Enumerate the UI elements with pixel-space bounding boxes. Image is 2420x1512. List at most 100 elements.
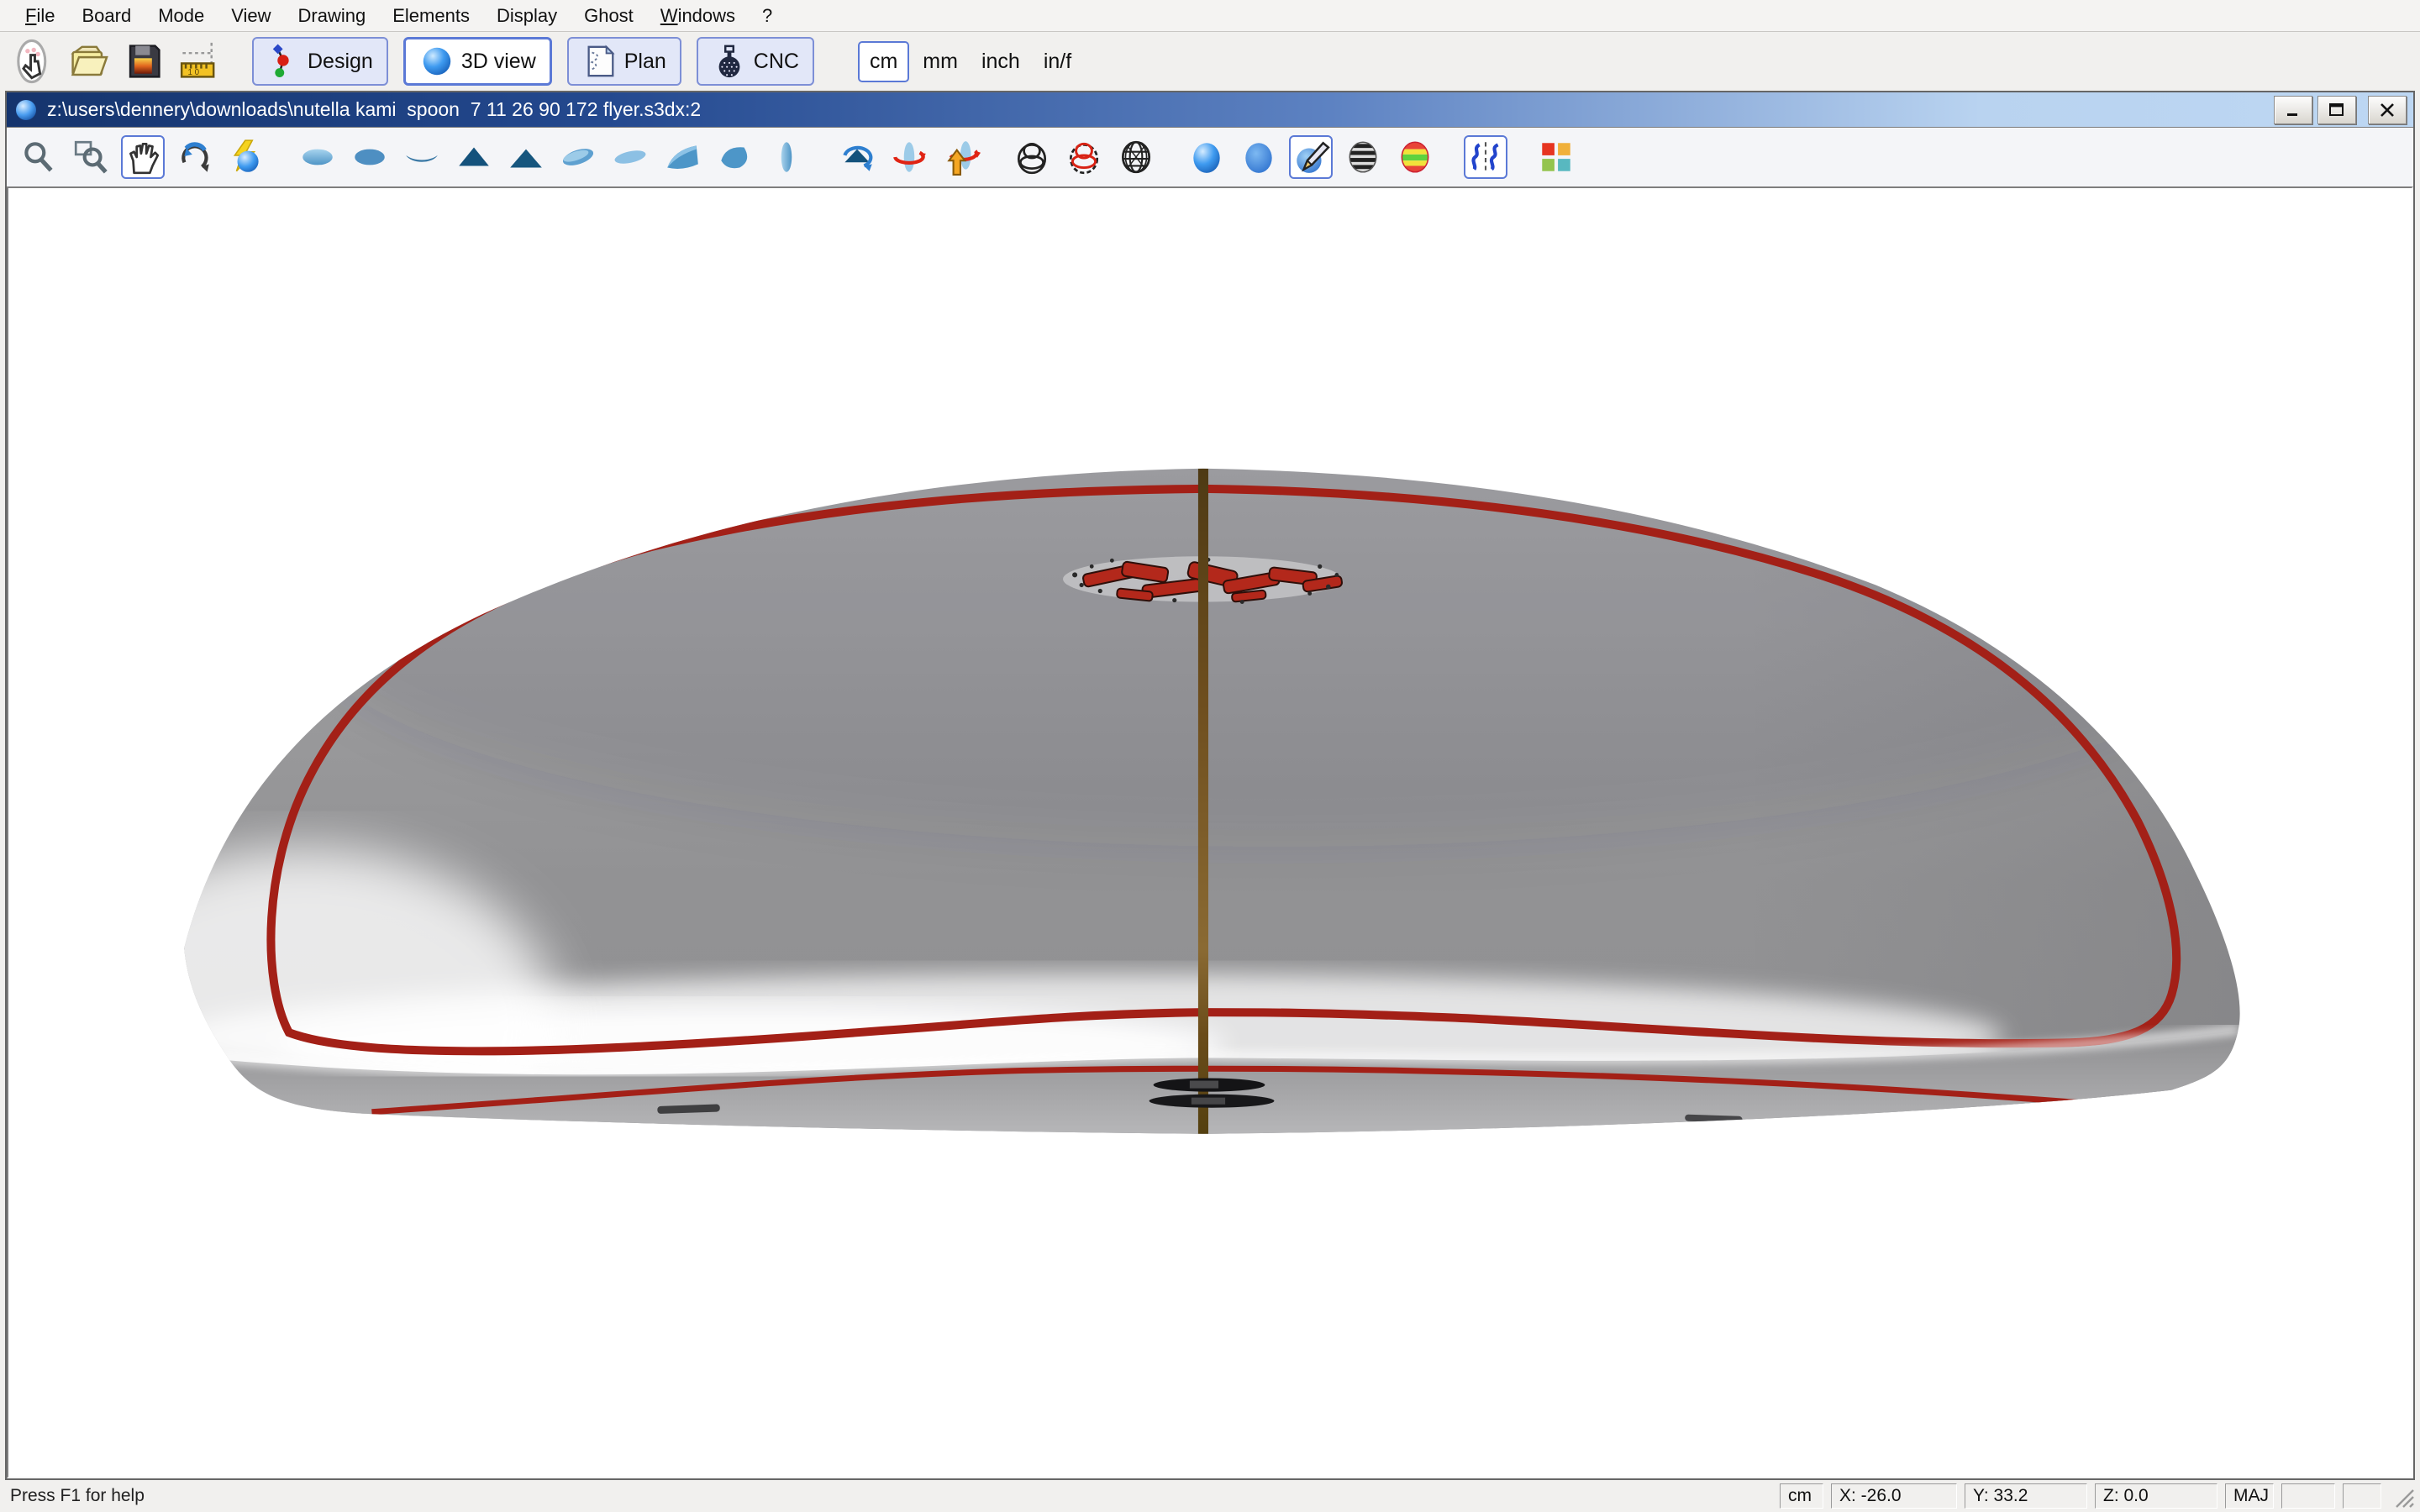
wireframe-button[interactable] [1010, 135, 1054, 179]
resize-grip[interactable] [2390, 1483, 2415, 1509]
svg-text:1 0: 1 0 [188, 68, 200, 77]
rotate-view-button[interactable] [173, 135, 217, 179]
view-bottom-button[interactable] [348, 135, 392, 179]
unit-mm[interactable]: mm [913, 43, 968, 81]
menu-mode[interactable]: Mode [145, 2, 218, 30]
zoom-icon [19, 138, 58, 176]
save-file-button[interactable] [119, 37, 168, 86]
wireframe-sphere-icon [1013, 138, 1051, 176]
view-end-button[interactable] [765, 135, 808, 179]
board-quarter-view-icon [663, 138, 702, 176]
view-toolbar [7, 128, 2413, 186]
open-file-button[interactable] [64, 37, 113, 86]
viewport-3d[interactable] [7, 186, 2413, 1478]
menu-elements[interactable]: Elements [379, 2, 483, 30]
mesh-button[interactable] [1114, 135, 1158, 179]
view-quarter-button[interactable] [660, 135, 704, 179]
pan-button[interactable] [121, 135, 165, 179]
status-x-coordinate: X: -26.0 [1831, 1483, 1957, 1509]
document-title: z:\users\dennery\downloads\nutella kami … [47, 98, 701, 121]
curvature-ss-icon [1466, 138, 1505, 176]
new-board-button[interactable] [8, 37, 57, 86]
sphere-stripes-icon [1344, 138, 1382, 176]
menu-display[interactable]: Display [483, 2, 571, 30]
minimize-button[interactable] [2274, 96, 2312, 124]
palette-button[interactable] [1534, 135, 1578, 179]
zoom-button[interactable] [17, 135, 60, 179]
view-tilted-bottom-button[interactable] [608, 135, 652, 179]
plan-button[interactable]: Plan [567, 37, 681, 86]
menu-view[interactable]: View [218, 2, 284, 30]
status-y-coordinate: Y: 33.2 [1965, 1483, 2087, 1509]
flip-board-button[interactable] [835, 135, 879, 179]
menu-board[interactable]: Board [68, 2, 145, 30]
plan-doc-icon [582, 42, 618, 81]
sphere-rainbow-icon [1396, 138, 1434, 176]
rotate-long-axis-button[interactable] [887, 135, 931, 179]
menu-file[interactable]: File [12, 2, 68, 30]
design-button[interactable]: Design [252, 37, 388, 86]
board-quarter-round-icon [715, 138, 754, 176]
stripes-button[interactable] [1341, 135, 1385, 179]
view-rocker-button[interactable] [400, 135, 444, 179]
document-titlebar[interactable]: z:\users\dennery\downloads\nutella kami … [7, 92, 2413, 128]
zoom-window-button[interactable] [69, 135, 113, 179]
view-section-front-button[interactable] [452, 135, 496, 179]
menu-help[interactable]: ? [749, 2, 786, 30]
pan-hand-icon [124, 138, 162, 176]
stringer-line [1198, 469, 1208, 1136]
view-quarter-round-button[interactable] [713, 135, 756, 179]
cnc-button[interactable]: CNC [697, 37, 814, 86]
rotate-lift-icon [942, 138, 981, 176]
texture-paint-button[interactable] [1289, 135, 1333, 179]
wireframe-red-button[interactable] [1062, 135, 1106, 179]
close-button[interactable] [2368, 96, 2407, 124]
render-button[interactable] [225, 135, 269, 179]
sphere-shiny-icon [1187, 138, 1226, 176]
menu-windows[interactable]: Windows [647, 2, 749, 30]
ruler-icon: 1 0 [176, 39, 222, 84]
board-section-front-icon [455, 138, 493, 176]
board-section-back-icon [507, 138, 545, 176]
board-tilted-top-icon [559, 138, 597, 176]
wireframe-red-sphere-icon [1065, 138, 1103, 176]
view-section-back-button[interactable] [504, 135, 548, 179]
sphere-3d-icon [419, 44, 455, 79]
maximize-button[interactable] [2317, 96, 2356, 124]
board-bottom-view-icon [350, 138, 389, 176]
rotate-lift-button[interactable] [939, 135, 983, 179]
board-top-view-icon [298, 138, 337, 176]
sphere-flat-icon [1239, 138, 1278, 176]
view-top-button[interactable] [296, 135, 339, 179]
rotate-long-axis-icon [890, 138, 929, 176]
status-bar: Press F1 for help cm X: -26.0 Y: 33.2 Z:… [0, 1480, 2420, 1512]
status-empty-cell-2 [2343, 1483, 2381, 1509]
menu-drawing[interactable]: Drawing [285, 2, 380, 30]
close-icon [2379, 102, 2396, 118]
render-light-icon [228, 138, 266, 176]
curvature-button[interactable] [1464, 135, 1507, 179]
save-icon [121, 39, 166, 84]
status-help-text: Press F1 for help [10, 1486, 145, 1506]
flip-board-icon [838, 138, 876, 176]
shaded-button[interactable] [1185, 135, 1228, 179]
status-empty-cell-1 [2281, 1483, 2335, 1509]
hand-pointer-icon [10, 39, 55, 84]
3d-view-button[interactable]: 3D view [403, 37, 552, 86]
document-window: z:\users\dennery\downloads\nutella kami … [5, 91, 2415, 1480]
sphere-pencil-icon [1292, 138, 1330, 176]
unit-cm[interactable]: cm [858, 41, 909, 82]
open-folder-icon [66, 39, 111, 84]
rainbow-button[interactable] [1393, 135, 1437, 179]
menu-ghost[interactable]: Ghost [571, 2, 647, 30]
unit-inch[interactable]: inch [971, 43, 1030, 81]
dimensions-button[interactable]: 1 0 [175, 37, 224, 86]
cnc-mill-icon [712, 42, 747, 81]
cnc-label: CNC [754, 50, 799, 74]
unit-inf[interactable]: in/f [1034, 43, 1081, 81]
mesh-sphere-icon [1117, 138, 1155, 176]
shaded-flat-button[interactable] [1237, 135, 1281, 179]
board-tilted-bottom-icon [611, 138, 650, 176]
status-unit: cm [1780, 1483, 1823, 1509]
view-tilted-top-button[interactable] [556, 135, 600, 179]
